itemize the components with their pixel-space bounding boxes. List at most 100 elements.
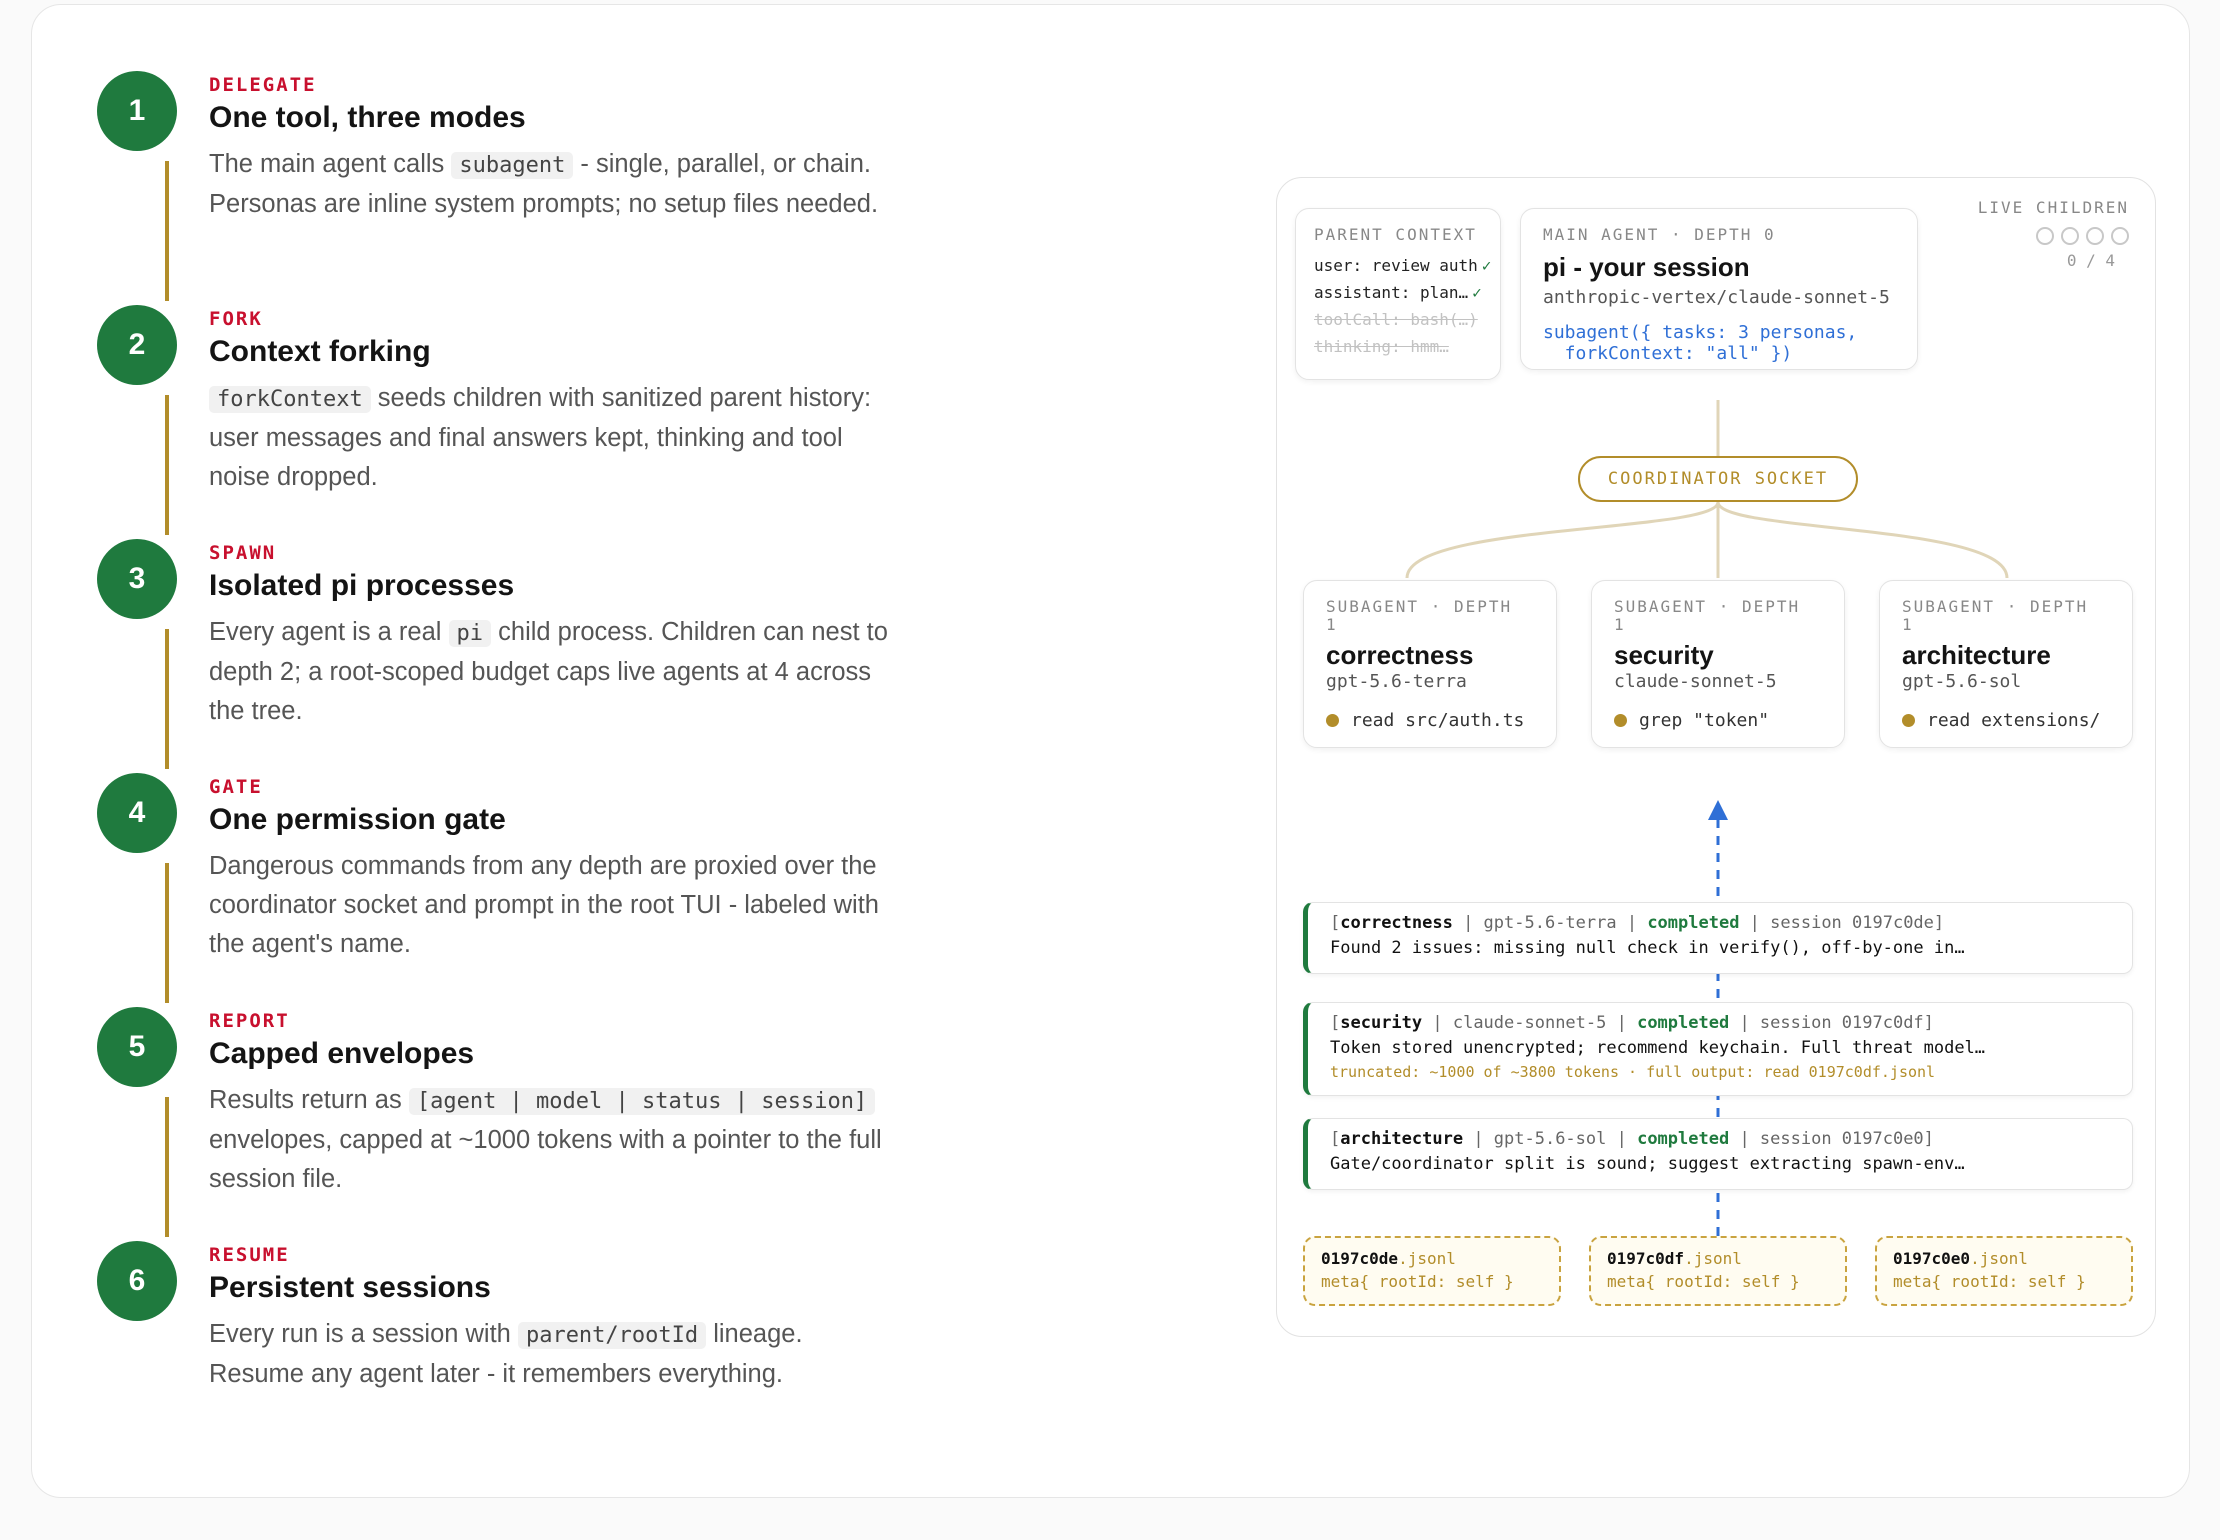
context-line-text: user: review auth [1314,256,1478,275]
subagent-depth: 1 [1326,615,1338,634]
subagent-name: architecture [1902,640,2051,670]
envelope-agent: security [1340,1013,1423,1033]
inline-code: subagent [451,152,574,179]
subagent-activity-text: read extensions/ [1927,710,2101,731]
check-icon: ✓ [1472,283,1482,302]
inline-code: forkContext [209,386,371,413]
inline-code: pi [448,620,492,647]
coordinator-socket: COORDINATOR SOCKET [1578,456,1858,502]
context-line: assistant: plan… ✓ [1314,279,1500,306]
envelope-body: Found 2 issues: missing null check in ve… [1330,938,1965,958]
step-number-badge: 2 [97,305,177,385]
slot-empty-icon [2111,227,2129,245]
session-file-name: 0197c0df.jsonl [1607,1249,1742,1268]
subagent-name: correctness [1326,640,1474,670]
subagent-activity: read extensions/ [1902,710,2132,731]
socket-to-correctness-line [1405,501,1720,579]
main-card: 1 DELEGATE One tool, three modes The mai… [31,4,2190,1498]
step-description: Results return as [agent | model | statu… [209,1081,889,1199]
live-children-count: 0 / 4 [2066,251,2115,270]
inline-code: [agent | model | status | session] [408,1088,876,1115]
session-file-0197c0e0: 0197c0e0.jsonl meta{ rootId: self } [1875,1236,2133,1306]
step-number-badge: 5 [97,1007,177,1087]
subagent-activity-text: grep "token" [1639,710,1770,731]
result-envelope-architecture: [architecture | gpt-5.6-sol | completed … [1303,1118,2133,1190]
envelope-status: completed [1637,1129,1730,1149]
envelope-body: Token stored unencrypted; recommend keyc… [1330,1038,1986,1058]
step-tag: DELEGATE [209,74,317,96]
description-text: Every run is a session with [209,1320,518,1348]
inline-code: parent/rootId [517,1322,707,1349]
activity-dot-icon [1902,714,1915,727]
description-text: The main agent calls [209,150,452,178]
result-envelope-security: [security | claude-sonnet-5 | completed … [1303,1002,2133,1096]
step-title: Capped envelopes [209,1037,475,1070]
context-line: user: review auth ✓ [1314,252,1500,279]
context-line-text: assistant: plan… [1314,283,1469,302]
slot-empty-icon [2086,227,2104,245]
architecture-diagram: PARENT CONTEXT user: review auth ✓ assist… [1276,177,2156,1337]
parent-context-label: PARENT CONTEXT [1314,225,1477,244]
step-4: 4 GATE One permission gate Dangerous com… [32,773,932,1003]
step-title: Context forking [209,335,431,368]
step-description: forkContext seeds children with sanitize… [209,379,889,497]
subagent-activity-text: read src/auth.ts [1351,710,1525,731]
activity-dot-icon [1614,714,1627,727]
envelope-header: [architecture | gpt-5.6-sol | completed … [1330,1129,1934,1149]
main-agent-box: MAIN AGENT · DEPTH 0 pi - your session a… [1520,208,1918,370]
subagent-label: SUBAGENT · DEPTH [1902,597,2089,616]
envelope-agent: architecture [1340,1129,1464,1149]
step-tag: SPAWN [209,542,277,564]
session-file-meta: meta{ rootId: self } [1321,1272,1514,1291]
step-number-badge: 4 [97,773,177,853]
description-text: Results return as [209,1086,409,1114]
parent-context-box: PARENT CONTEXT user: review auth ✓ assist… [1295,208,1501,380]
subagent-call-line: forkContext: "all" }) [1543,343,1793,364]
step-5: 5 REPORT Capped envelopes Results return… [32,1007,932,1237]
step-title: Isolated pi processes [209,569,515,602]
live-children-label: LIVE CHILDREN [1977,198,2129,217]
subagent-card-security: SUBAGENT · DEPTH 1 security claude-sonne… [1591,580,1845,748]
subagent-activity: grep "token" [1614,710,1844,731]
slot-empty-icon [2036,227,2054,245]
subagent-model: gpt-5.6-sol [1902,671,2022,692]
step-3: 3 SPAWN Isolated pi processes Every agen… [32,539,932,769]
step-1: 1 DELEGATE One tool, three modes The mai… [32,71,932,301]
subagent-name: security [1614,640,1714,670]
step-title: Persistent sessions [209,1271,491,1304]
step-title: One permission gate [209,803,506,836]
slot-empty-icon [2061,227,2079,245]
subagent-activity: read src/auth.ts [1326,710,1556,731]
subagent-card-correctness: SUBAGENT · DEPTH 1 correctness gpt-5.6-t… [1303,580,1557,748]
check-icon: ✓ [1481,256,1492,275]
activity-dot-icon [1326,714,1339,727]
step-number-badge: 3 [97,539,177,619]
session-file-0197c0df: 0197c0df.jsonl meta{ rootId: self } [1589,1236,1847,1306]
live-children-slots [1978,227,2129,245]
description-text: Dangerous commands from any depth are pr… [209,852,879,958]
context-line-dropped: toolCall: bash(…) [1314,310,1478,329]
subagent-depth: 1 [1902,615,1914,634]
subagent-model: claude-sonnet-5 [1614,671,1777,692]
session-file-name: 0197c0e0.jsonl [1893,1249,2028,1268]
result-envelope-correctness: [correctness | gpt-5.6-terra | completed… [1303,902,2133,974]
live-children-indicator: LIVE CHILDREN 0 / 4 [1978,198,2129,270]
step-title: One tool, three modes [209,101,526,134]
description-text: Every agent is a real [209,618,449,646]
step-2: 2 FORK Context forking forkContext seeds… [32,305,932,535]
subagent-label: SUBAGENT · DEPTH [1614,597,1801,616]
envelope-body: Gate/coordinator split is sound; suggest… [1330,1154,1965,1174]
context-line-dropped: thinking: hmm… [1314,337,1449,356]
step-6: 6 RESUME Persistent sessions Every run i… [32,1241,932,1471]
subagent-model: gpt-5.6-terra [1326,671,1467,692]
main-agent-model: anthropic-vertex/claude-sonnet-5 [1543,287,1890,308]
envelope-header: [correctness | gpt-5.6-terra | completed… [1330,913,1945,933]
subagent-card-architecture: SUBAGENT · DEPTH 1 architecture gpt-5.6-… [1879,580,2133,748]
subagent-call-line: subagent({ tasks: 3 personas, [1543,322,1858,343]
step-tag: GATE [209,776,263,798]
envelope-truncation-note: truncated: ~1000 of ~3800 tokens · full … [1330,1063,1936,1081]
step-number-badge: 1 [97,71,177,151]
step-tag: REPORT [209,1010,290,1032]
step-tag: RESUME [209,1244,290,1266]
main-agent-label: MAIN AGENT · DEPTH 0 [1543,225,1776,244]
